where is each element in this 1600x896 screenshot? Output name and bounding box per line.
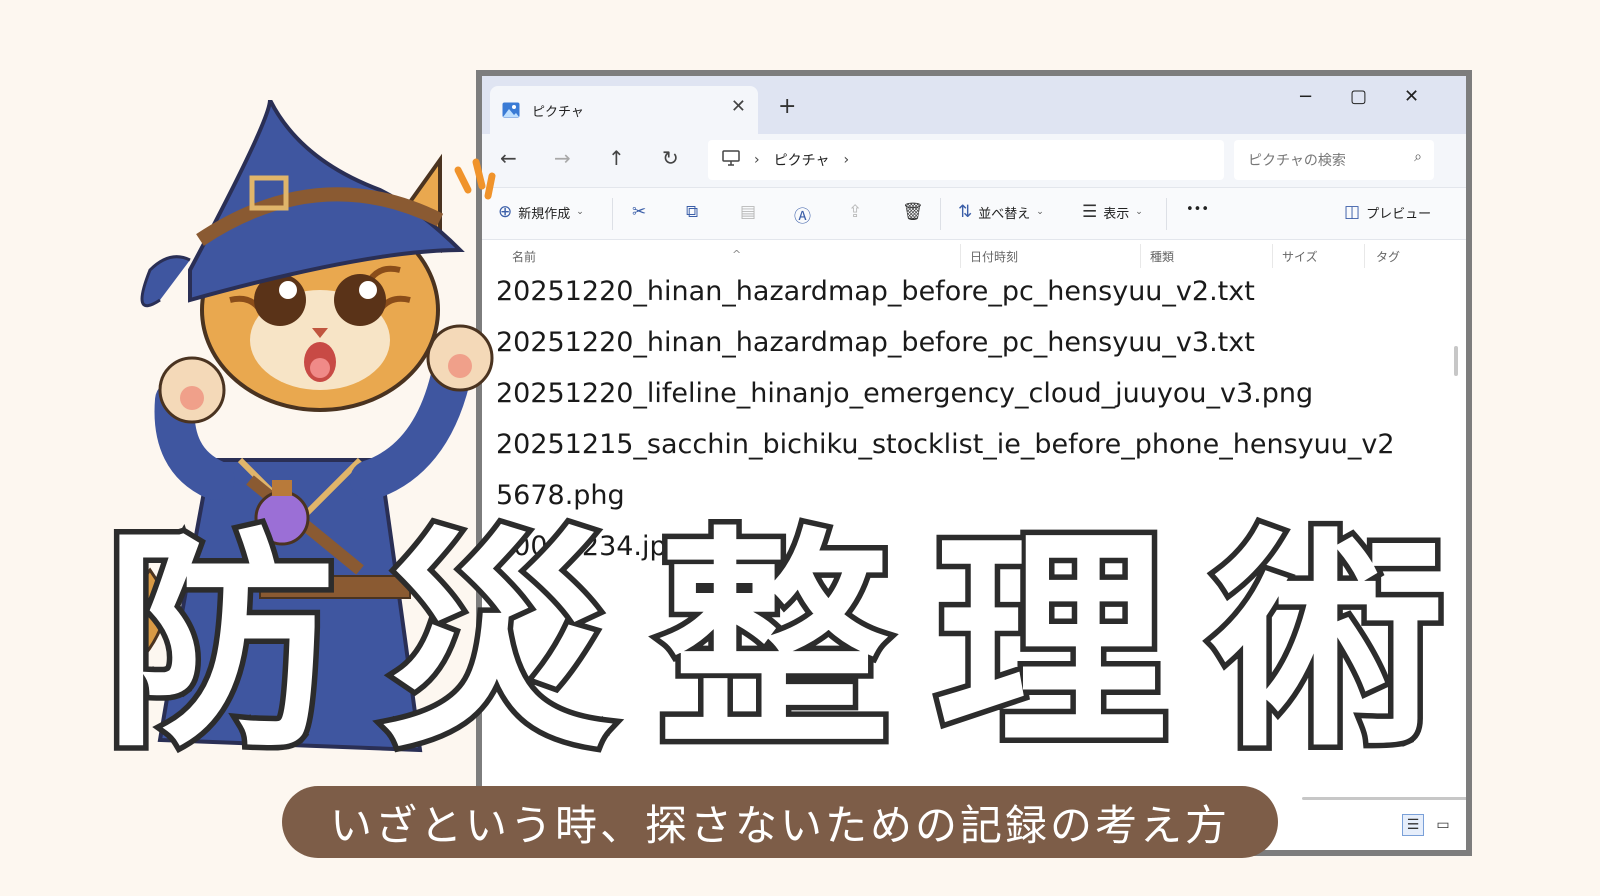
search-placeholder: ピクチャの検索 [1248,153,1346,169]
delete-button[interactable]: 🗑 [902,202,930,222]
column-header-size[interactable]: サイズ [1282,248,1318,265]
trash-icon: 🗑 [902,202,924,222]
sort-ascending-icon: ^ [732,248,742,261]
title-char: 術 [1206,508,1449,778]
tiles-view-button[interactable]: ▭ [1432,814,1454,836]
subtitle-banner: いざという時、探さないための記録の考え方 [282,786,1278,858]
minimize-button[interactable]: − [1298,86,1313,107]
share-button[interactable]: ⇪ [848,202,868,222]
sort-label: 並べ替え [978,206,1031,222]
tab-bar: ピクチャ ✕ + − ▢ ✕ [482,76,1466,134]
scissors-icon: ✂ [632,202,647,222]
paste-button[interactable]: ▤ [740,202,762,222]
tab-label: ピクチャ [532,104,584,120]
address-field[interactable]: › ピクチャ › [708,140,1224,180]
column-header-tags[interactable]: タグ [1376,248,1400,265]
rename-icon: Ⓐ [794,207,811,227]
details-view-button[interactable]: ☰ [1402,814,1424,836]
more-label: ••• [1186,202,1210,217]
vertical-scrollbar[interactable] [1454,346,1458,376]
toolbar-divider [612,198,613,230]
title-char: 整 [652,508,895,778]
view-button[interactable]: ☰ 表示 ⌄ [1082,202,1143,222]
chevron-down-icon: ⌄ [576,207,584,217]
maximize-button[interactable]: ▢ [1350,86,1367,107]
view-mode-switcher: ☰ ▭ [1402,814,1454,836]
chevron-down-icon: ⌄ [1036,207,1044,217]
view-label: 表示 [1103,206,1130,222]
column-divider[interactable] [1140,244,1141,268]
copy-button[interactable]: ⧉ [686,202,704,222]
preview-pane-icon: ◫ [1344,202,1361,222]
file-row[interactable]: 20251220_hinan_hazardmap_before_pc_hensy… [482,272,1446,323]
file-row[interactable]: 20251215_sacchin_bichiku_stocklist_ie_be… [482,425,1446,476]
tab-pictures[interactable]: ピクチャ ✕ [490,86,758,134]
rename-button[interactable]: Ⓐ [794,202,817,227]
column-header-type[interactable]: 種類 [1150,248,1174,265]
up-button[interactable]: ↑ [608,146,625,170]
search-icon: ⌕ [1414,149,1422,165]
sort-button[interactable]: ⇅ 並べ替え ⌄ [958,202,1044,222]
chevron-right-icon: › [843,152,850,168]
breadcrumb-pictures[interactable]: ピクチャ [774,150,830,170]
command-bar: ⊕ 新規作成 ⌄ ✂ ⧉ ▤ Ⓐ ⇪ 🗑 ⇅ 並べ替え ⌄ ☰ 表示 ⌄ •••… [482,188,1466,240]
refresh-button[interactable]: ↻ [662,146,679,170]
sort-icon: ⇅ [958,202,973,222]
toolbar-divider [1166,198,1167,230]
copy-icon: ⧉ [686,202,699,222]
cut-button[interactable]: ✂ [632,202,652,222]
details-view-icon: ☰ [1406,817,1420,833]
title-char: 防 [98,508,341,778]
view-list-icon: ☰ [1082,202,1098,222]
new-label: 新規作成 [518,206,571,222]
subtitle-text: いざという時、探さないための記録の考え方 [329,800,1230,850]
close-window-button[interactable]: ✕ [1404,86,1419,107]
chevron-down-icon: ⌄ [1135,207,1143,217]
tiles-view-icon: ▭ [1436,817,1450,833]
search-input[interactable]: ピクチャの検索 ⌕ [1234,140,1434,180]
column-divider[interactable] [960,244,961,268]
column-divider[interactable] [1272,244,1273,268]
horizontal-scrollbar[interactable] [1302,797,1466,800]
address-bar-row: ← → ↑ ↻ › ピクチャ › ピクチャの検索 ⌕ [482,134,1466,188]
clipboard-icon: ▤ [740,202,757,222]
more-options-button[interactable]: ••• [1186,202,1209,217]
file-row[interactable]: 20251220_hinan_hazardmap_before_pc_hensy… [482,323,1446,374]
title-char: 理 [929,508,1172,778]
column-header-date[interactable]: 日付時刻 [970,248,1018,265]
tab-close-icon[interactable]: ✕ [731,96,746,117]
new-tab-button[interactable]: + [778,94,796,119]
forward-button[interactable]: → [554,146,571,170]
share-icon: ⇪ [848,202,863,222]
main-title: 防 災 整 理 術 [98,508,1449,778]
title-char: 災 [375,508,618,778]
toolbar-divider [940,198,941,230]
chevron-right-icon: › [754,152,760,168]
preview-label: プレビュー [1366,206,1432,222]
column-divider[interactable] [1364,244,1365,268]
column-header-row: ^ 名前 日付時刻 種類 サイズ タグ [482,240,1466,272]
monitor-icon [722,150,740,170]
file-row[interactable]: 20251220_lifeline_hinanjo_emergency_clou… [482,374,1446,425]
preview-button[interactable]: ◫ プレビュー [1344,202,1431,222]
